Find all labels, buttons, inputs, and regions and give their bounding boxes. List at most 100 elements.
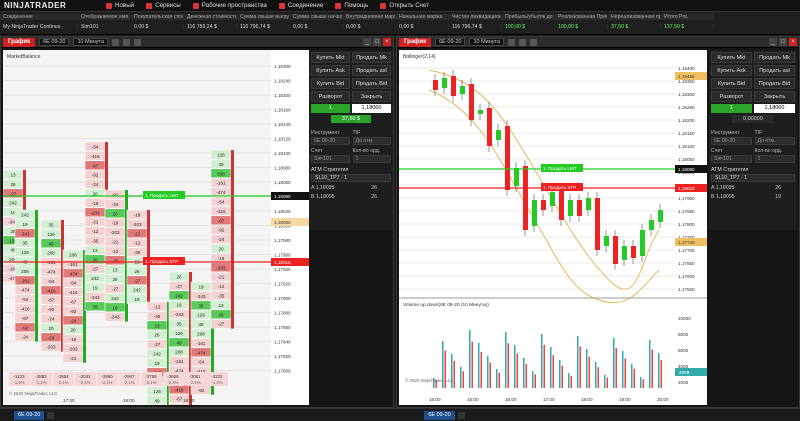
position-avg-price: 1,18060: [754, 104, 795, 113]
tif-select[interactable]: До отм.: [754, 137, 795, 145]
footprint-cell-value: -24: [70, 318, 77, 323]
order-qty-input[interactable]: 1: [754, 155, 795, 163]
buy-bid-button[interactable]: Купить Bid: [311, 78, 350, 89]
footprint-cell-value: -92: [112, 193, 119, 198]
candle-body: [442, 78, 447, 88]
right-candle-chart[interactable]: Bollinger(2,14)1,184001,183501,183001,18…: [399, 50, 707, 405]
drawing-tools-icon[interactable]: [519, 38, 527, 46]
volume-bar-up: [586, 349, 588, 388]
left-interval-select[interactable]: 10 Минута: [73, 38, 109, 46]
accounts-column-header[interactable]: Внутридневная маржа: [343, 14, 396, 20]
volume-bar-down: [606, 377, 608, 388]
accounts-column-header[interactable]: Итого PnL: [661, 14, 714, 20]
menu-item-help[interactable]: Помощь: [335, 2, 368, 9]
left-window-title[interactable]: График: [3, 37, 36, 47]
menu-item-tools[interactable]: Сервисы: [146, 2, 181, 9]
atm-a-label: A 1,18095: [711, 185, 735, 191]
sell-mkt-button[interactable]: Продать Mk: [352, 52, 391, 63]
drawing-tools-icon[interactable]: [123, 38, 131, 46]
footprint-cell-value: -416: [174, 387, 184, 392]
right-instrument-select[interactable]: 6E 09-20: [435, 38, 466, 46]
menu-item-connection[interactable]: Соединение: [278, 2, 323, 9]
price-tick: 1,17940: [274, 267, 291, 272]
add-tab-icon[interactable]: [47, 411, 55, 419]
accounts-column-header[interactable]: Прибыль/убыток до вы: [502, 14, 555, 20]
accounts-column-header[interactable]: Сумма свыше выгрузки: [237, 14, 290, 20]
price-tick: 1,18250: [678, 105, 695, 110]
delta-value: -2860: [101, 374, 113, 379]
main-menu-bar: NINJATRADER Новый Сервисы Рабочие простран…: [0, 0, 800, 12]
left-instrument-select[interactable]: 6E 09-20: [39, 38, 70, 46]
footprint-cell-value: -416: [68, 290, 78, 295]
right-window-title[interactable]: График: [399, 37, 432, 47]
accounts-column-header[interactable]: Сумма свыше начальн: [290, 14, 343, 20]
accounts-data-row[interactable]: My NinjaTrader Continuu Sim101 0,00 $116 7…: [0, 22, 800, 32]
maximize-icon[interactable]: □: [779, 38, 787, 46]
delta-pct: -2,1%: [146, 380, 157, 385]
accounts-column-header[interactable]: Начальная маржа: [396, 14, 449, 20]
left-chart-tab[interactable]: 6E 09-20: [14, 410, 45, 420]
menu-item-workspace[interactable]: Рабочие пространства: [192, 2, 267, 9]
buy-bid-button[interactable]: Купить Bid: [711, 78, 752, 89]
accounts-column-header[interactable]: Реализованная Прибы: [555, 14, 608, 20]
accounts-column-header[interactable]: Чистая ликвидационная: [449, 14, 502, 20]
sell-bid-button[interactable]: Продать Bid: [754, 78, 795, 89]
account-select[interactable]: Sim101: [711, 155, 752, 163]
buy-mkt-button[interactable]: Купить Mkt: [711, 52, 752, 63]
atm-b-value: 19: [775, 194, 781, 200]
indicators-icon[interactable]: [530, 38, 538, 46]
add-tab-icon[interactable]: [457, 411, 465, 419]
reverse-button[interactable]: Разворот: [311, 91, 350, 102]
accounts-cell: My NinjaTrader Continuu: [0, 24, 78, 30]
accounts-column-header[interactable]: Нереализованная приб: [608, 14, 661, 20]
menu-item-new[interactable]: Новый: [106, 2, 134, 9]
sell-ask-button[interactable]: Продать asl: [352, 65, 391, 76]
close-position-button[interactable]: Закрыть: [352, 91, 391, 102]
minimize-icon[interactable]: _: [363, 38, 371, 46]
accounts-column-header[interactable]: Денежная стоимость: [184, 14, 237, 20]
sell-ask-button[interactable]: Продать asl: [754, 65, 795, 76]
footprint-cell-value: -92: [92, 173, 99, 178]
minimize-icon[interactable]: _: [769, 38, 777, 46]
price-tick: 1,18200: [678, 118, 695, 123]
accounts-column-header[interactable]: Отображаемое имя: [78, 14, 131, 20]
accounts-column-header[interactable]: Соединение: [0, 14, 78, 20]
right-interval-select[interactable]: 10 Минута: [469, 38, 505, 46]
chart-style-icon[interactable]: [112, 38, 120, 46]
right-chart-tab[interactable]: 6E 09-20: [424, 410, 455, 420]
delta-pct: -2,3%: [168, 380, 179, 385]
instrument-field[interactable]: 6E 09-20: [711, 137, 752, 145]
buy-ask-button[interactable]: Купить Ask: [711, 65, 752, 76]
price-tick: 1,18080: [274, 166, 291, 171]
order-qty-input[interactable]: 1: [352, 155, 391, 163]
instrument-field[interactable]: 6E 09-20: [311, 137, 350, 145]
delta-pct: -1,5%: [14, 380, 25, 385]
volume-bar-down: [642, 379, 644, 388]
footprint-cell-value: 20: [112, 211, 118, 216]
close-icon[interactable]: ×: [383, 38, 391, 46]
footprint-cell-value: -343: [174, 312, 184, 317]
maximize-icon[interactable]: □: [373, 38, 381, 46]
volume-bar-down: [534, 374, 536, 388]
atm-strategy-select[interactable]: SL10_TP7 - 1: [711, 174, 795, 182]
sell-bid-button[interactable]: Продать Bid: [352, 78, 391, 89]
atm-strategy-select[interactable]: SL10_TP7 - 1: [311, 174, 391, 182]
buy-ask-button[interactable]: Купить Ask: [311, 65, 350, 76]
indicators-icon[interactable]: [134, 38, 142, 46]
footprint-cell: [168, 403, 190, 405]
reverse-button[interactable]: Разворот: [711, 91, 752, 102]
account-select[interactable]: Sim101: [311, 155, 350, 163]
close-position-button[interactable]: Закрыть: [754, 91, 795, 102]
sell-mkt-button[interactable]: Продать Mk: [754, 52, 795, 63]
left-footprint-chart[interactable]: MarketBalance 1,18300 1,18240 1,18200 1,1816…: [3, 50, 309, 405]
right-chart-area[interactable]: Bollinger(2,14) 1,18400 1,18350 1,18300 1,18…: [399, 50, 707, 405]
close-icon[interactable]: ×: [789, 38, 797, 46]
price-tick: 1,17850: [678, 209, 695, 214]
left-chart-area[interactable]: MarketBalance 1,18300 1,18240 1,18200 1,1816…: [3, 50, 309, 405]
price-tick: 1,17980: [274, 238, 291, 243]
menu-item-account[interactable]: Открыть Счет: [380, 2, 429, 9]
buy-mkt-button[interactable]: Купить Mkt: [311, 52, 350, 63]
accounts-column-header[interactable]: Покупательская способ: [131, 14, 184, 20]
tif-select[interactable]: До отм.: [352, 137, 391, 145]
chart-style-icon[interactable]: [508, 38, 516, 46]
